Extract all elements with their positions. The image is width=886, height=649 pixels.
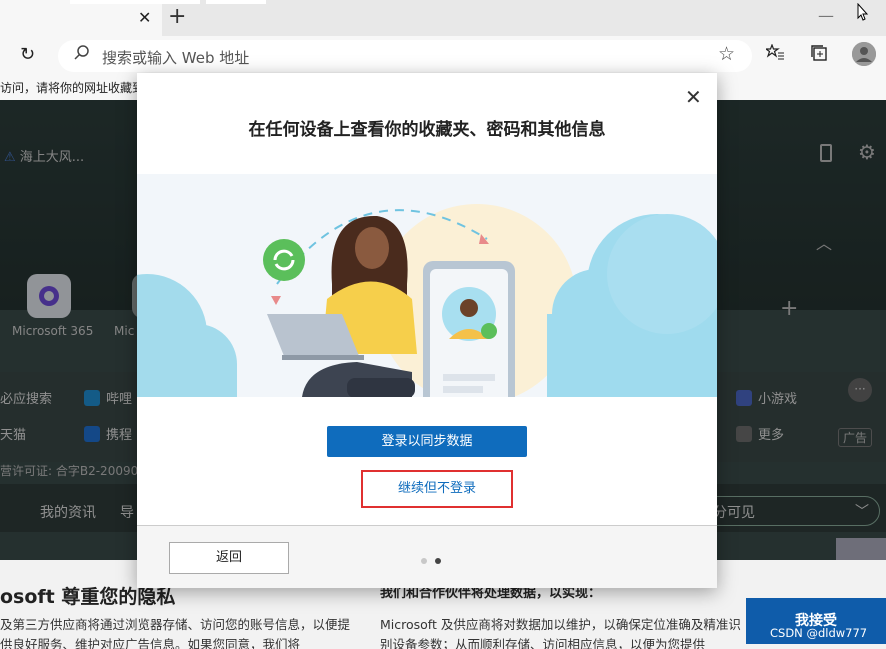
active-tab[interactable]: ✕ (0, 0, 162, 36)
privacy-text-partners: Microsoft 及供应商将对数据加以维护，以确保定位准确及精准识别设备参数；… (380, 617, 741, 649)
favorites-notice: 访问，请将你的网址收藏到 (0, 81, 145, 95)
sync-illustration (137, 174, 717, 397)
address-bar[interactable]: 搜索或输入 Web 地址 ☆ (58, 40, 752, 72)
back-button[interactable]: 返回 (169, 542, 289, 574)
privacy-text: 及第三方供应商将通过浏览器存储、访问您的账号信息，以便提供良好服务、维护对应广告… (0, 617, 351, 649)
tab-strip: ✕ + — (0, 0, 886, 36)
close-icon[interactable]: ✕ (685, 85, 702, 109)
watermark: CSDN @dldw777 (770, 626, 868, 640)
refresh-button[interactable]: ↻ (20, 44, 35, 65)
tab-close-icon[interactable]: ✕ (138, 8, 151, 27)
mouse-cursor-icon (857, 2, 869, 26)
add-favorite-icon[interactable]: ☆ (718, 43, 735, 65)
profile-avatar[interactable] (852, 42, 876, 66)
dialog-title: 在任何设备上查看你的收藏夹、密码和其他信息 (248, 120, 606, 140)
tab-edge (206, 0, 266, 4)
collections-icon[interactable] (810, 44, 828, 67)
browser-toolbar: ↻ 搜索或输入 Web 地址 ☆ (0, 36, 886, 76)
address-placeholder: 搜索或输入 Web 地址 (102, 49, 250, 67)
minimize-button[interactable]: — (818, 6, 834, 25)
page-indicator-dot-active (435, 558, 441, 564)
new-tab-button[interactable]: + (168, 4, 186, 29)
continue-without-signin-link[interactable]: 继续但不登录 (361, 470, 513, 508)
favorites-icon[interactable] (764, 43, 784, 65)
sign-in-button[interactable]: 登录以同步数据 (327, 426, 527, 457)
page-indicator-dot (421, 558, 427, 564)
search-icon (74, 45, 90, 65)
sync-dialog: ✕ 在任何设备上查看你的收藏夹、密码和其他信息 登录以同步数据 继续但不登录 返… (137, 73, 717, 588)
dialog-footer: 返回 (137, 526, 717, 588)
